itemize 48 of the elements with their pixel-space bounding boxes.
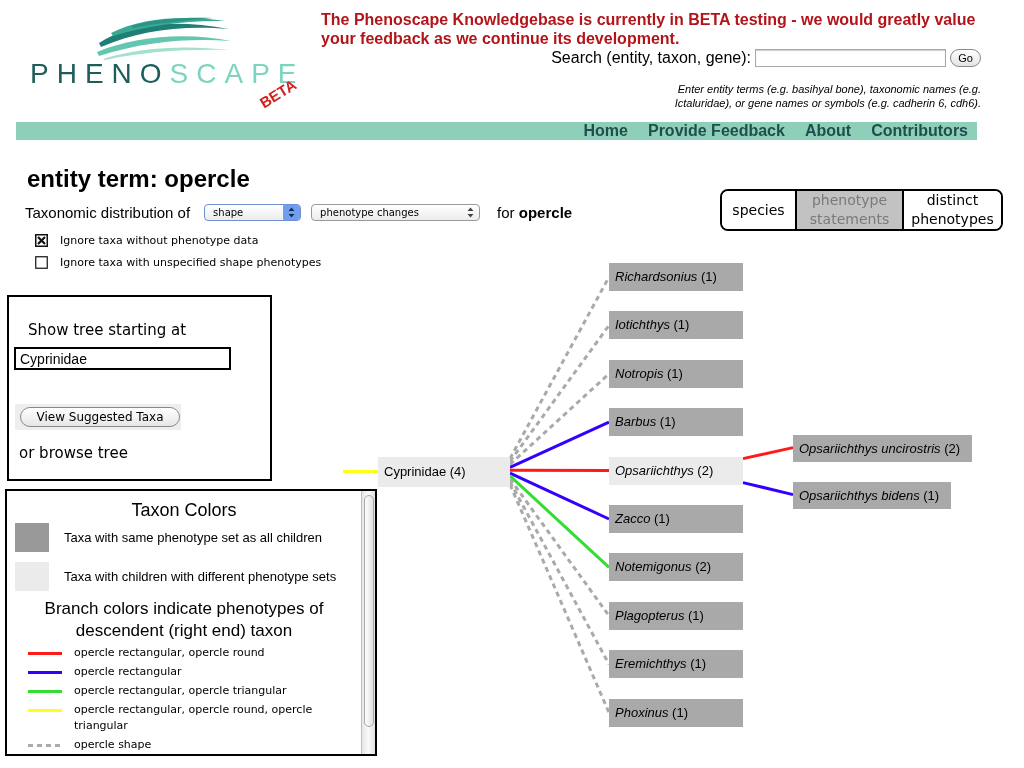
search-field[interactable] [755, 49, 946, 67]
taxon-node[interactable]: Opsariichthys uncirostris (2) [793, 434, 973, 462]
legend-label: opercle rectangular [74, 664, 182, 680]
nav-link[interactable]: Provide Feedback [647, 122, 785, 140]
distribution-label: Taxonomic distribution of [25, 203, 191, 221]
start-label: Show tree starting at [28, 321, 187, 339]
toggle-button[interactable]: distinct phenotypes [902, 191, 1001, 229]
page-title: entity term: opercle [27, 165, 251, 193]
stepper-icon [283, 204, 301, 220]
browse-tree-link[interactable]: or browse tree [19, 444, 128, 462]
legend-label: opercle rectangular, opercle round [74, 645, 265, 661]
distribution-suffix: for opercle [497, 203, 573, 221]
beta-notice: The Phenoscape Knowledgebase is currently in BETA testing - we would greatly value your feedback as we continue its development. [321, 10, 977, 48]
taxon-node[interactable]: Plagopterus (1) [609, 601, 743, 630]
taxon-node[interactable]: Barbus (1) [609, 408, 743, 437]
taxon-node[interactable]: Opsariichthys (2) [609, 456, 743, 485]
go-button[interactable]: Go [950, 49, 981, 67]
nav-link[interactable]: About [804, 122, 852, 140]
taxon-node[interactable]: Richardsonius (1) [609, 263, 743, 291]
nav-link[interactable]: Home [583, 122, 628, 140]
legend-label: opercle rectangular, opercle triangular [74, 683, 287, 699]
taxon-node[interactable]: Eremichthys (1) [609, 650, 743, 679]
search-hint: Enter entity terms (e.g. basihyal bone), taxonomic names (e.g. Ictaluridae), or gene names or symbols (e.g. cadherin 6, cdh6). [673, 82, 981, 110]
dropdown[interactable]: phenotype changes [311, 203, 481, 221]
taxon-field[interactable]: Cyprinidae [14, 347, 231, 370]
scrollbar-thumb[interactable] [363, 495, 374, 727]
taxon-node[interactable]: Phoxinus (1) [609, 698, 743, 727]
legend-label: opercle shape [74, 737, 152, 753]
checkbox-label: Ignore taxa with unspecified shape phenotypes [60, 255, 322, 269]
taxon-node[interactable]: Notemigonus (2) [609, 553, 743, 582]
suggest-button[interactable]: View Suggested Taxa [20, 407, 180, 427]
checkbox-label: Ignore taxa without phenotype data [60, 233, 259, 247]
nav-link[interactable]: Contributors [871, 122, 968, 140]
checkbox[interactable] [35, 233, 48, 247]
taxon-node[interactable]: Opsariichthys bidens (1) [793, 481, 952, 509]
legend-label: Taxa with same phenotype set as all children [64, 530, 322, 545]
legend-title: Taxon Colors [130, 499, 238, 521]
search-label: Search (entity, taxon, gene): [551, 48, 751, 68]
legend-heading: Branch colors indicate phenotypes of descendent (right end) taxon [43, 598, 325, 642]
taxon-node[interactable]: Cyprinidae (4) [378, 456, 510, 487]
waves-logo-icon [95, 17, 231, 60]
taxon-node[interactable]: Notropis (1) [609, 359, 743, 388]
scrollbar[interactable] [361, 491, 375, 754]
checkbox[interactable] [35, 255, 48, 269]
dropdown[interactable]: shape [204, 203, 302, 221]
taxon-node[interactable]: Iotichthys (1) [609, 311, 743, 340]
taxon-node[interactable]: Zacco (1) [609, 505, 743, 533]
legend-label: Taxa with children with different phenotype sets [64, 569, 337, 584]
